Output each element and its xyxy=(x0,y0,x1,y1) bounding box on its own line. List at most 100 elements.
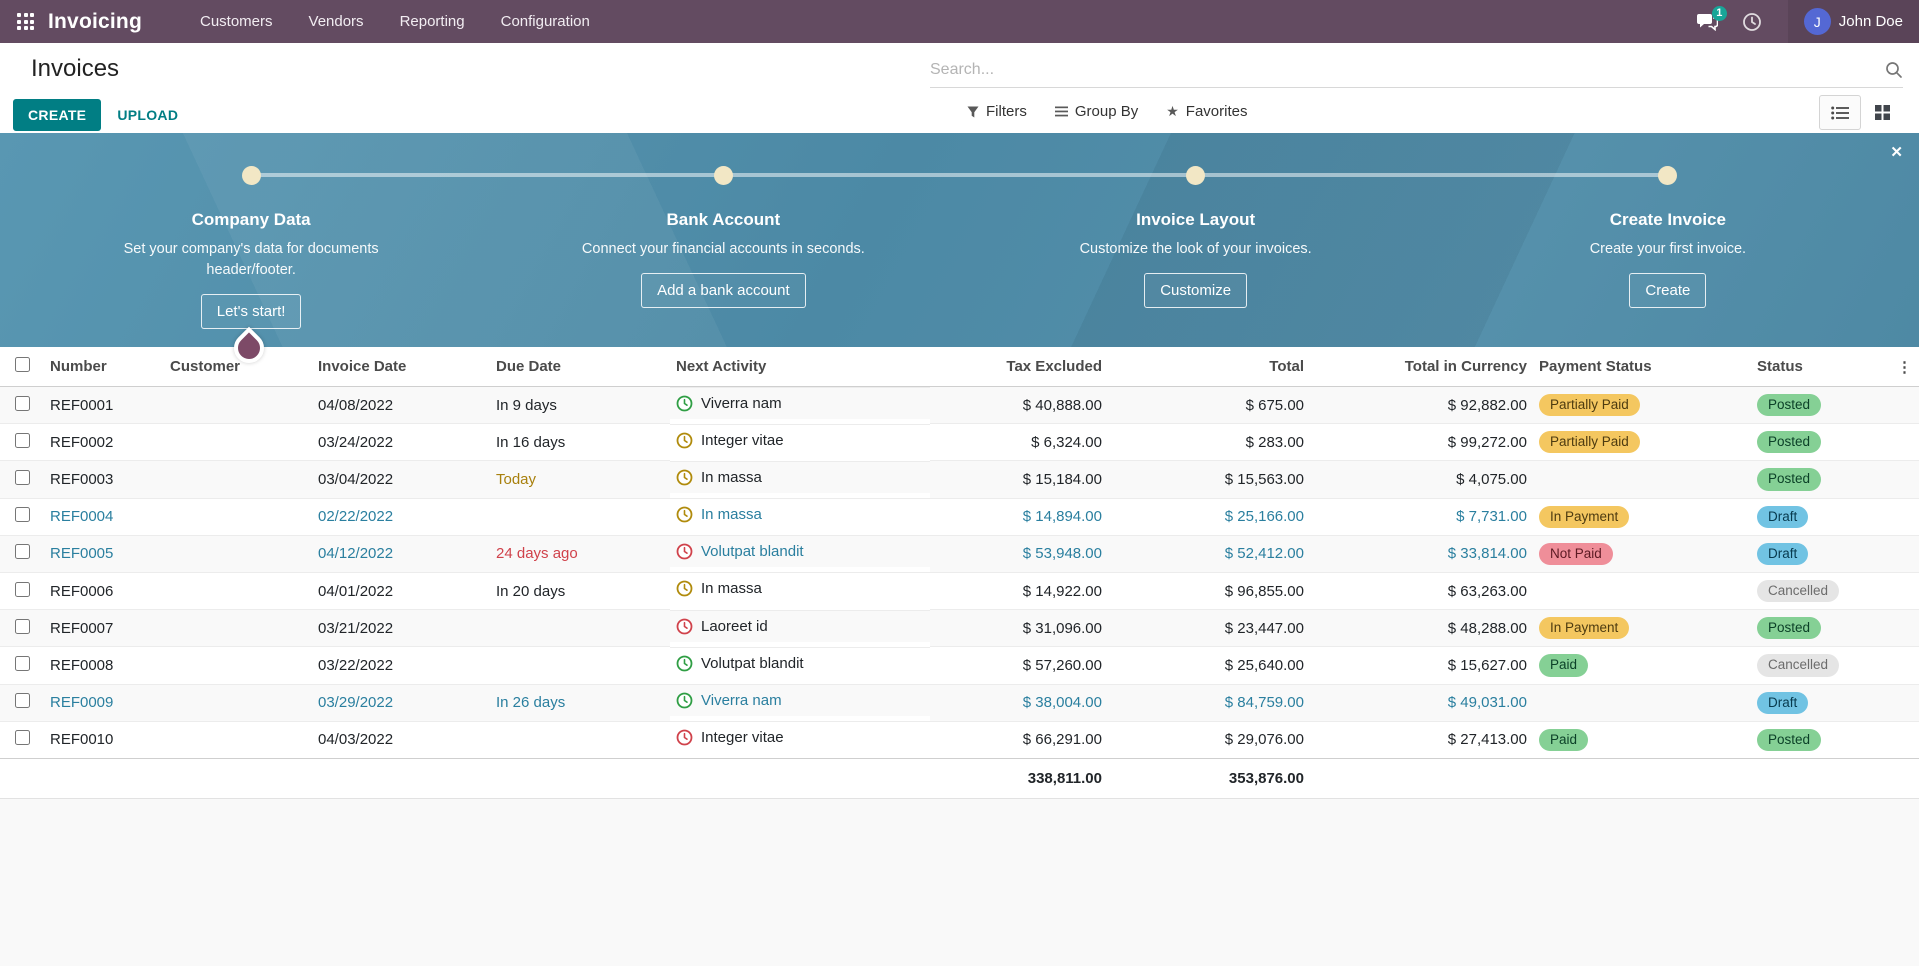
row-select-cell[interactable] xyxy=(0,721,44,758)
search-input[interactable] xyxy=(930,61,1885,79)
next-activity[interactable]: Viverra nam xyxy=(670,684,930,716)
status-cell: Draft xyxy=(1751,498,1890,535)
next-activity[interactable]: Volutpat blandit xyxy=(670,647,930,679)
kanban-view-button[interactable] xyxy=(1861,95,1903,130)
table-row[interactable]: REF000703/21/2022Laoreet id$ 31,096.00$ … xyxy=(0,610,1919,647)
nav-item-reporting[interactable]: Reporting xyxy=(382,0,483,43)
payment-status-cell xyxy=(1533,572,1751,609)
next-activity[interactable]: Integer vitae xyxy=(670,424,930,456)
tax-excluded-amount: $ 15,184.00 xyxy=(930,461,1108,498)
invoice-date: 03/04/2022 xyxy=(312,461,490,498)
search-icon[interactable] xyxy=(1885,61,1903,79)
step-action-button[interactable]: Add a bank account xyxy=(641,273,806,308)
status-badge: Draft xyxy=(1757,506,1808,528)
row-checkbox[interactable] xyxy=(15,619,30,634)
column-header-invoice-date[interactable]: Invoice Date xyxy=(312,347,490,387)
row-checkbox[interactable] xyxy=(15,693,30,708)
column-header-number[interactable]: Number xyxy=(44,347,164,387)
table-row[interactable]: REF000504/12/202224 days agoVolutpat bla… xyxy=(0,535,1919,572)
row-checkbox[interactable] xyxy=(15,433,30,448)
invoice-due-date: In 16 days xyxy=(490,424,670,461)
table-row[interactable]: REF000104/08/2022In 9 daysViverra nam$ 4… xyxy=(0,387,1919,424)
apps-menu-icon[interactable] xyxy=(17,13,34,30)
next-activity[interactable]: Viverra nam xyxy=(670,387,930,419)
column-header-payment-status[interactable]: Payment Status xyxy=(1533,347,1751,387)
step-description: Connect your financial accounts in secon… xyxy=(573,239,873,260)
group-by-button[interactable]: Group By xyxy=(1055,103,1138,120)
select-all-cell[interactable] xyxy=(0,347,44,387)
nav-item-customers[interactable]: Customers xyxy=(182,0,291,43)
table-row[interactable]: REF001004/03/2022Integer vitae$ 66,291.0… xyxy=(0,721,1919,758)
favorites-button[interactable]: ★ Favorites xyxy=(1166,103,1247,120)
row-checkbox[interactable] xyxy=(15,582,30,597)
table-row[interactable]: REF000903/29/2022In 26 daysViverra nam$ … xyxy=(0,684,1919,721)
column-header-due-date[interactable]: Due Date xyxy=(490,347,670,387)
messages-icon[interactable]: 1 xyxy=(1697,13,1718,31)
tax-excluded-amount: $ 31,096.00 xyxy=(930,610,1108,647)
optional-columns-icon[interactable]: ⋮ xyxy=(1890,347,1919,387)
nav-item-vendors[interactable]: Vendors xyxy=(291,0,382,43)
row-select-cell[interactable] xyxy=(0,610,44,647)
total-in-currency-amount: $ 99,272.00 xyxy=(1310,424,1533,461)
total-amount: $ 675.00 xyxy=(1108,387,1310,424)
row-select-cell[interactable] xyxy=(0,461,44,498)
column-header-tax-excluded[interactable]: Tax Excluded xyxy=(930,347,1108,387)
next-activity[interactable]: In massa xyxy=(670,498,930,530)
payment-status-cell: Partially Paid xyxy=(1533,387,1751,424)
next-activity[interactable]: In massa xyxy=(670,461,930,493)
step-action-button[interactable]: Customize xyxy=(1144,273,1247,308)
user-menu[interactable]: J John Doe xyxy=(1788,0,1919,43)
banner-close-icon[interactable]: ✕ xyxy=(1890,143,1903,161)
search-bar[interactable] xyxy=(930,61,1903,88)
row-checkbox[interactable] xyxy=(15,730,30,745)
column-header-status[interactable]: Status xyxy=(1751,347,1890,387)
step-description: Set your company's data for documents he… xyxy=(101,239,401,281)
table-row[interactable]: REF000303/04/2022TodayIn massa$ 15,184.0… xyxy=(0,461,1919,498)
column-header-next-activity[interactable]: Next Activity xyxy=(670,347,930,387)
row-checkbox[interactable] xyxy=(15,656,30,671)
row-select-cell[interactable] xyxy=(0,647,44,684)
column-header-total-in-currency[interactable]: Total in Currency xyxy=(1310,347,1533,387)
invoice-due-date xyxy=(490,610,670,647)
row-select-cell[interactable] xyxy=(0,387,44,424)
next-activity[interactable]: Volutpat blandit xyxy=(670,535,930,567)
select-all-checkbox[interactable] xyxy=(15,357,30,372)
row-checkbox[interactable] xyxy=(15,544,30,559)
app-brand[interactable]: Invoicing xyxy=(48,10,142,34)
activities-icon[interactable] xyxy=(1742,12,1762,32)
invoice-date: 03/21/2022 xyxy=(312,610,490,647)
step-action-button[interactable]: Create xyxy=(1629,273,1706,308)
table-row[interactable]: REF000402/22/2022In massa$ 14,894.00$ 25… xyxy=(0,498,1919,535)
next-activity[interactable]: Laoreet id xyxy=(670,610,930,642)
table-row[interactable]: REF000203/24/2022In 16 daysInteger vitae… xyxy=(0,424,1919,461)
row-select-cell[interactable] xyxy=(0,684,44,721)
totals-row: 338,811.00 353,876.00 xyxy=(0,758,1919,798)
row-select-cell[interactable] xyxy=(0,424,44,461)
nav-item-configuration[interactable]: Configuration xyxy=(483,0,608,43)
invoice-customer xyxy=(164,535,312,572)
table-row[interactable]: REF000604/01/2022In 20 daysIn massa$ 14,… xyxy=(0,572,1919,609)
star-icon: ★ xyxy=(1166,103,1179,120)
row-select-cell[interactable] xyxy=(0,572,44,609)
onboarding-step-4: Create InvoiceCreate your first invoice.… xyxy=(1432,133,1904,329)
create-button[interactable]: CREATE xyxy=(13,99,101,131)
row-select-cell[interactable] xyxy=(0,535,44,572)
payment-status-badge: Paid xyxy=(1539,654,1588,676)
table-row[interactable]: REF000803/22/2022Volutpat blandit$ 57,26… xyxy=(0,647,1919,684)
list-view-button[interactable] xyxy=(1819,95,1861,130)
step-action-button[interactable]: Let's start! xyxy=(201,294,302,329)
activity-clock-icon xyxy=(676,618,693,635)
payment-status-cell: Partially Paid xyxy=(1533,424,1751,461)
total-tax-excluded: 338,811.00 xyxy=(930,758,1108,798)
next-activity[interactable]: In massa xyxy=(670,572,930,604)
next-activity[interactable]: Integer vitae xyxy=(670,721,930,753)
row-select-cell[interactable] xyxy=(0,498,44,535)
row-checkbox[interactable] xyxy=(15,396,30,411)
row-checkbox[interactable] xyxy=(15,507,30,522)
row-checkbox[interactable] xyxy=(15,470,30,485)
filters-button[interactable]: Filters xyxy=(967,103,1027,120)
step-title: Invoice Layout xyxy=(960,210,1432,230)
column-header-total[interactable]: Total xyxy=(1108,347,1310,387)
upload-button[interactable]: UPLOAD xyxy=(113,100,182,130)
total-in-currency-amount: $ 7,731.00 xyxy=(1310,498,1533,535)
